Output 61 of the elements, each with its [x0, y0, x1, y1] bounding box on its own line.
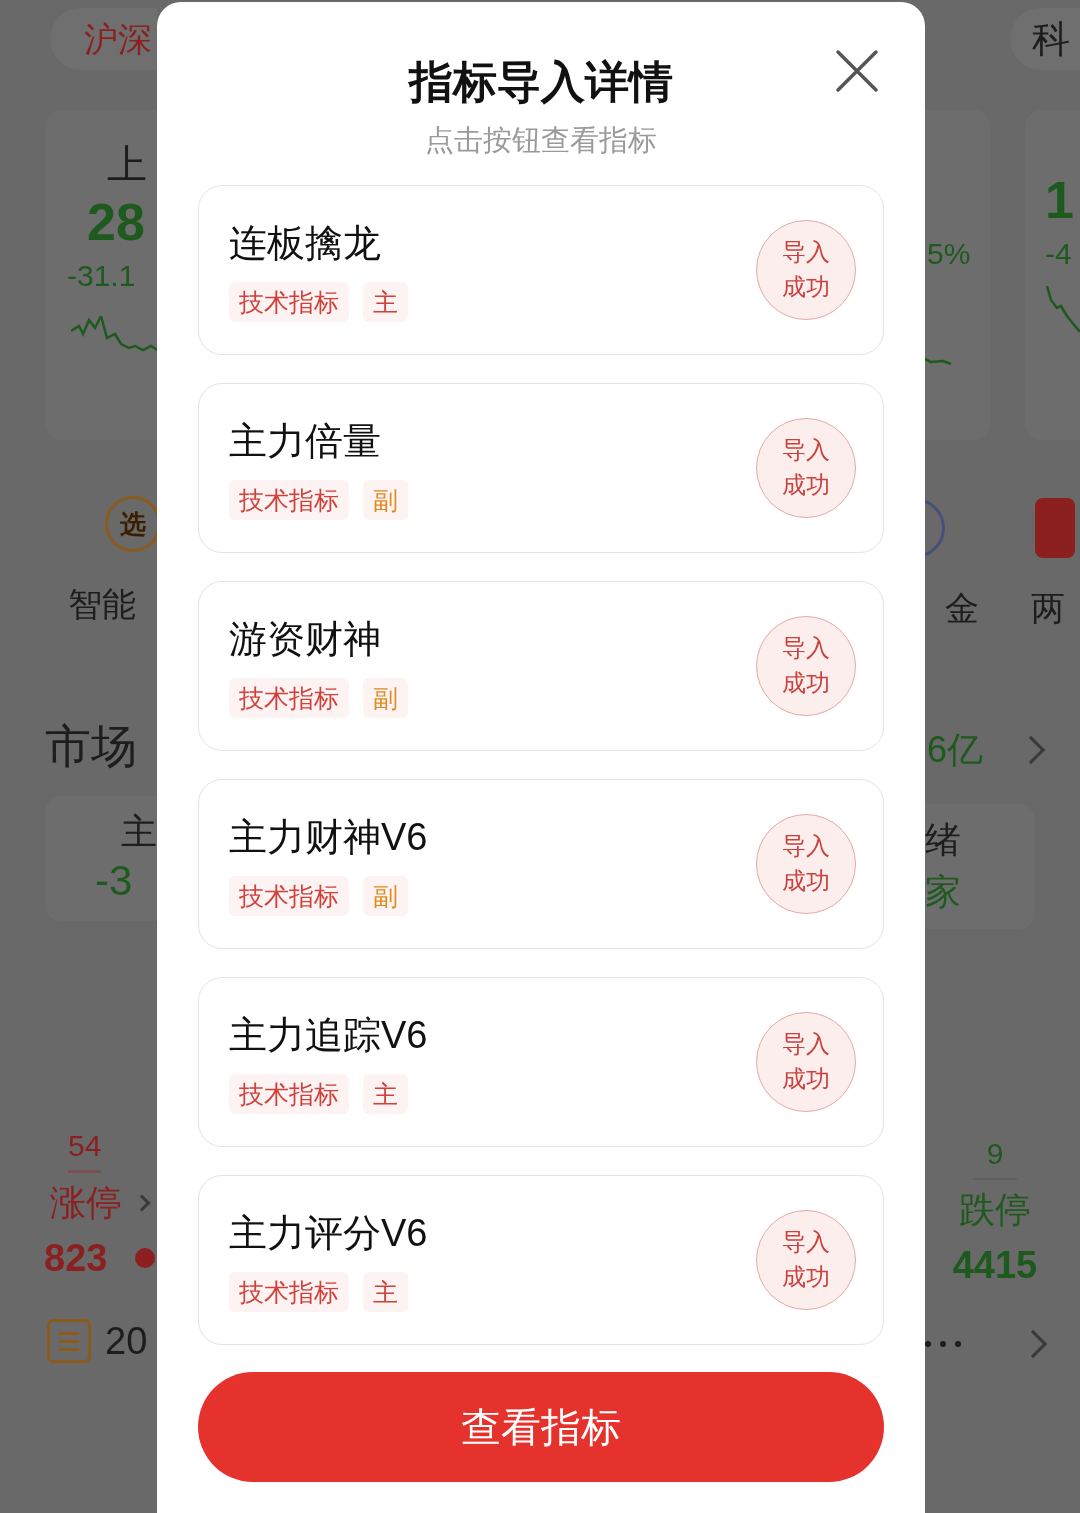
- import-success-badge: 导入成功: [756, 1210, 856, 1310]
- indicator-tag: 主: [363, 282, 408, 322]
- section-title: 市场: [45, 719, 138, 774]
- shortcut-label[interactable]: 智能: [68, 582, 157, 626]
- more-icon[interactable]: [925, 1341, 961, 1347]
- dialog-title: 指标导入详情: [409, 56, 673, 108]
- indicator-tag: 技术指标: [229, 876, 349, 916]
- indicator-card[interactable]: 游资财神 技术指标 副 导入成功: [198, 581, 884, 751]
- import-success-badge: 导入成功: [756, 220, 856, 320]
- indicator-tag: 主: [363, 1272, 408, 1312]
- stat-value: -3: [95, 856, 133, 906]
- import-success-badge: 导入成功: [756, 616, 856, 716]
- shortcut-icon[interactable]: [1035, 498, 1075, 558]
- status-dot: [135, 1248, 156, 1268]
- indicator-name: 游资财神: [229, 617, 381, 662]
- indicator-tag: 技术指标: [229, 1074, 349, 1114]
- index-change: -4: [1045, 236, 1072, 272]
- index-name: 上: [107, 141, 147, 188]
- indicator-tag: 副: [363, 678, 408, 718]
- indicator-name: 主力追踪V6: [229, 1013, 428, 1058]
- view-indicators-button[interactable]: 查看指标: [198, 1372, 884, 1482]
- stat-label: 绪: [925, 818, 961, 862]
- sparkline: [1045, 286, 1080, 334]
- index-change: 5%: [927, 236, 971, 272]
- indicator-card[interactable]: 主力评分V6 技术指标 主 导入成功: [198, 1175, 884, 1345]
- section-value: 6亿: [927, 728, 984, 772]
- limit-down-count: 9: [972, 1134, 1018, 1180]
- indicator-tag: 副: [363, 480, 408, 520]
- market-tab[interactable]: 沪深: [50, 8, 157, 70]
- indicator-tag: 技术指标: [229, 480, 349, 520]
- shortcut-label[interactable]: 金: [945, 586, 979, 630]
- index-value: 28: [87, 192, 145, 252]
- stat-label: 主: [121, 810, 157, 854]
- indicator-name: 主力评分V6: [229, 1211, 428, 1256]
- indicator-tag: 主: [363, 1074, 408, 1114]
- import-success-badge: 导入成功: [756, 418, 856, 518]
- indicator-card[interactable]: 主力财神V6 技术指标 副 导入成功: [198, 779, 884, 949]
- document-icon: [47, 1319, 91, 1363]
- stat-value: 家: [925, 870, 961, 914]
- indicator-name: 主力倍量: [229, 419, 381, 464]
- limit-down-total: 4415: [952, 1243, 1038, 1288]
- close-button[interactable]: [834, 48, 880, 94]
- shortcut-label[interactable]: 两: [1031, 586, 1065, 630]
- indicator-tag: 副: [363, 876, 408, 916]
- indicator-card[interactable]: 主力倍量 技术指标 副 导入成功: [198, 383, 884, 553]
- limit-up-total: 823: [44, 1236, 108, 1281]
- indicator-tag: 技术指标: [229, 282, 349, 322]
- news-date: 20: [105, 1319, 148, 1364]
- limit-up-count: 54: [68, 1126, 102, 1173]
- index-change: -31.1: [67, 258, 136, 294]
- indicator-name: 连板擒龙: [229, 221, 381, 266]
- dialog-subtitle: 点击按钮查看指标: [425, 123, 657, 158]
- indicator-card[interactable]: 连板擒龙 技术指标 主 导入成功: [198, 185, 884, 355]
- indicator-name: 主力财神V6: [229, 815, 428, 860]
- indicator-tag: 技术指标: [229, 1272, 349, 1312]
- indicator-card[interactable]: 主力追踪V6 技术指标 主 导入成功: [198, 977, 884, 1147]
- index-value: 1: [1045, 170, 1074, 230]
- import-success-badge: 导入成功: [756, 1012, 856, 1112]
- indicator-tag: 技术指标: [229, 678, 349, 718]
- market-tab[interactable]: 科: [1010, 8, 1080, 70]
- import-success-badge: 导入成功: [756, 814, 856, 914]
